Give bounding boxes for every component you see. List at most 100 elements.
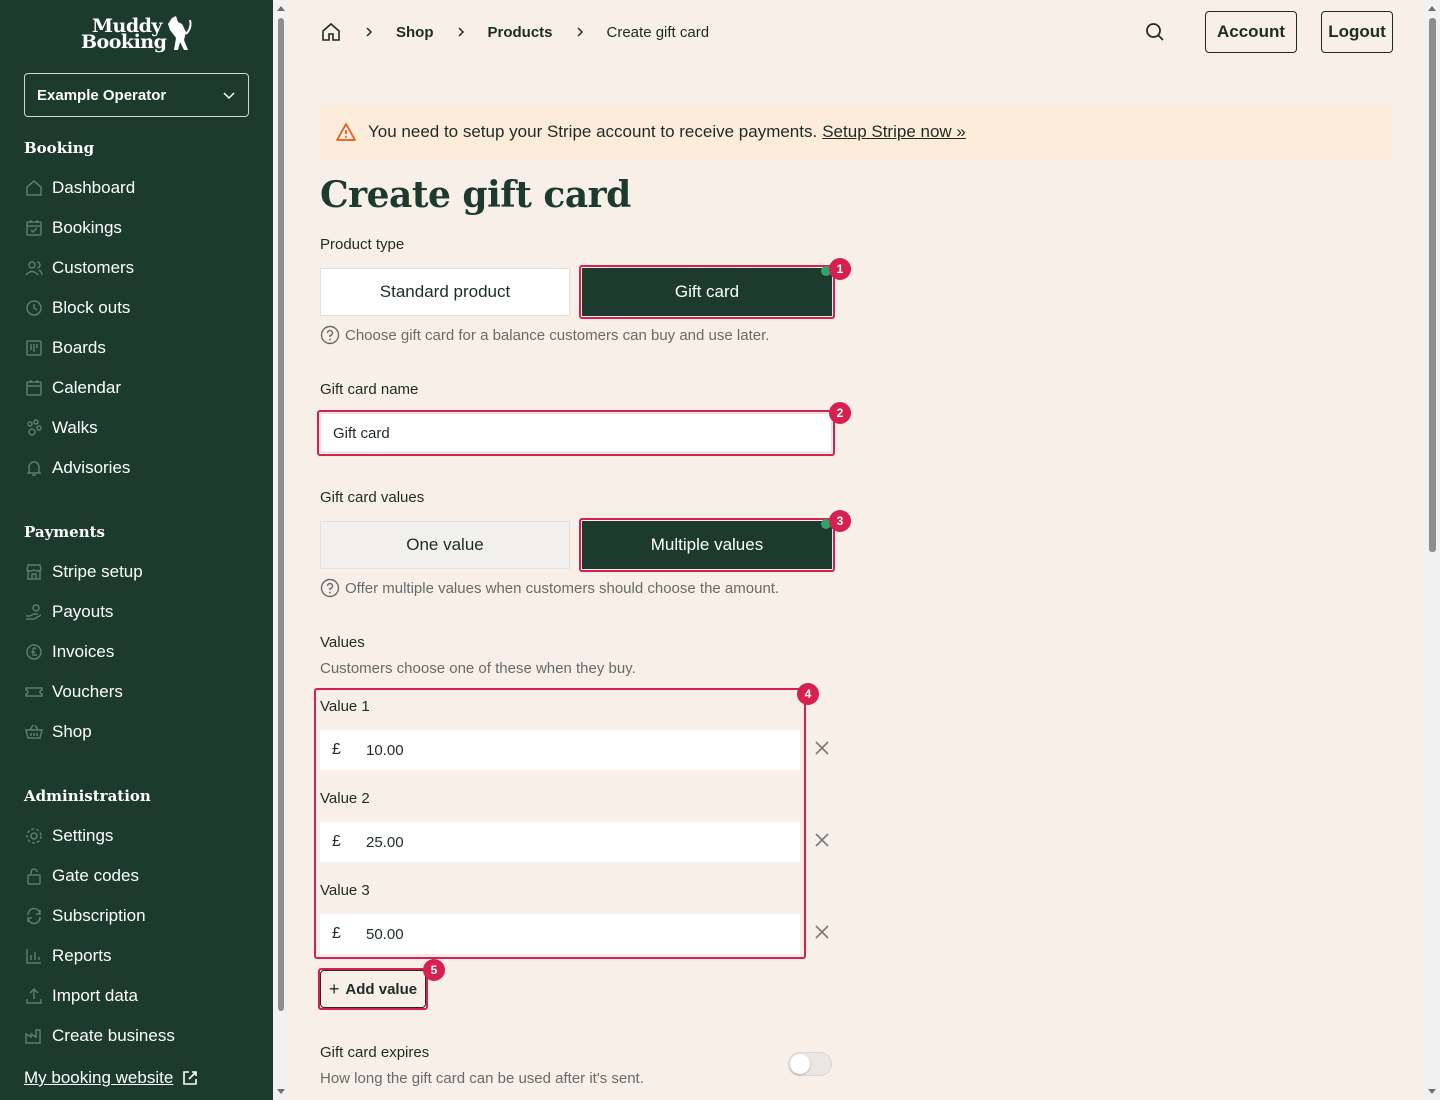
- sidebar-item-label: Create business: [52, 1026, 175, 1045]
- expires-help: How long the gift card can be used after…: [320, 1070, 644, 1087]
- sidebar-item-block-outs[interactable]: Block outs: [24, 294, 254, 322]
- operator-label: Example Operator: [37, 86, 167, 104]
- sidebar-item-label: Dashboard: [52, 178, 136, 197]
- sidebar-item-label: Import data: [52, 986, 138, 1005]
- sidebar-item-create-business[interactable]: Create business: [24, 1022, 254, 1050]
- sidebar-item-calendar[interactable]: Calendar: [24, 374, 254, 402]
- upload-icon: [26, 987, 42, 1004]
- external-link-icon: [183, 1071, 198, 1085]
- page-scrollbar[interactable]: [1425, 0, 1440, 1100]
- remove-value-2-icon[interactable]: [814, 832, 830, 848]
- page-scroll-thumb[interactable]: [1429, 18, 1436, 552]
- sidebar-item-label: Shop: [52, 722, 92, 741]
- logo[interactable]: Muddy Booking: [80, 14, 196, 54]
- chevron-right-icon: [575, 26, 585, 38]
- paw-icon: [27, 419, 42, 436]
- sidebar-item-label: Subscription: [52, 906, 146, 925]
- product-type-help: Choose gift card for a balance customers…: [320, 325, 769, 345]
- sidebar-item-reports[interactable]: Reports: [24, 942, 254, 970]
- annotation-badge-5: 5: [423, 959, 445, 981]
- sidebar-item-label: Customers: [52, 258, 135, 277]
- stripe-alert: You need to setup your Stripe account to…: [320, 105, 1392, 159]
- annotation-badge-2: 2: [829, 402, 851, 424]
- scroll-down-arrow[interactable]: [1428, 1089, 1436, 1094]
- sidebar-item-walks[interactable]: Walks: [24, 414, 254, 442]
- sidebar-item-invoices[interactable]: Invoices: [24, 638, 254, 666]
- sidebar-item-import-data[interactable]: Import data: [24, 982, 254, 1010]
- scroll-up-arrow[interactable]: [1428, 6, 1436, 11]
- home-icon: [26, 180, 42, 196]
- help-circle-icon: [320, 325, 340, 345]
- nav-heading-payments: Payments: [24, 523, 106, 541]
- sidebar-item-vouchers[interactable]: Vouchers: [24, 678, 254, 706]
- annotation-badge-3: 3: [829, 510, 851, 532]
- chevron-right-icon: [456, 26, 466, 38]
- breadcrumb-current: Create gift card: [606, 23, 710, 41]
- alert-message: You need to setup your Stripe account to…: [368, 122, 818, 141]
- sidebar-item-label: Gate codes: [52, 866, 139, 885]
- sidebar-item-label: Bookings: [52, 218, 122, 237]
- breadcrumb-products[interactable]: Products: [488, 24, 553, 41]
- sidebar-item-label: Boards: [52, 338, 106, 357]
- sidebar-item-shop[interactable]: Shop: [24, 718, 254, 746]
- sidebar-item-stripe-setup[interactable]: Stripe setup: [24, 558, 254, 586]
- values-mode-help-text: Offer multiple values when customers sho…: [345, 579, 780, 597]
- sidebar-scrollbar[interactable]: [274, 0, 288, 1100]
- sidebar-item-payouts[interactable]: Payouts: [24, 598, 254, 626]
- booking-website-label: My booking website: [24, 1068, 174, 1087]
- nav-heading-administration: Administration: [24, 787, 151, 805]
- scroll-up-arrow[interactable]: [277, 6, 285, 11]
- product-type-help-text: Choose gift card for a balance customers…: [345, 326, 770, 344]
- remove-value-1-icon[interactable]: [814, 740, 830, 756]
- sidebar-item-boards[interactable]: Boards: [24, 334, 254, 362]
- one-value-option[interactable]: One value: [320, 521, 570, 569]
- chevron-right-icon: [364, 26, 374, 38]
- highlight-box-2: [317, 410, 835, 456]
- account-button[interactable]: Account: [1205, 11, 1297, 53]
- toggle-knob: [790, 1054, 810, 1074]
- page-title: Create gift card: [320, 174, 631, 216]
- sidebar-item-dashboard[interactable]: Dashboard: [24, 174, 254, 202]
- sidebar-item-label: Vouchers: [52, 682, 123, 701]
- logout-button[interactable]: Logout: [1321, 11, 1393, 53]
- sidebar-item-customers[interactable]: Customers: [24, 254, 254, 282]
- lock-icon: [27, 868, 41, 885]
- sidebar-item-label: Payouts: [52, 602, 114, 621]
- sidebar-scroll-thumb[interactable]: [278, 18, 284, 1011]
- scroll-down-arrow[interactable]: [277, 1089, 285, 1094]
- booking-website-link[interactable]: My booking website: [24, 1068, 199, 1088]
- calendar-icon: [26, 380, 42, 396]
- highlight-box-3: [579, 518, 835, 572]
- values-help: Customers choose one of these when they …: [320, 660, 636, 677]
- expires-toggle[interactable]: [788, 1052, 832, 1076]
- sidebar-item-advisories[interactable]: Advisories: [24, 454, 254, 482]
- operator-select[interactable]: Example Operator: [24, 73, 249, 117]
- sidebar-item-label: Invoices: [52, 642, 115, 661]
- search-icon: [1146, 23, 1164, 41]
- sidebar-item-subscription[interactable]: Subscription: [24, 902, 254, 930]
- highlight-box-5: [318, 968, 428, 1010]
- highlight-box-1: [579, 265, 835, 319]
- users-icon: [25, 261, 43, 276]
- breadcrumb-shop[interactable]: Shop: [396, 24, 434, 41]
- gear-icon: [26, 828, 42, 844]
- sidebar-item-settings[interactable]: Settings: [24, 822, 254, 850]
- sidebar-item-label: Stripe setup: [52, 562, 143, 581]
- dog-logo-icon: [168, 16, 192, 50]
- values-mode-help: Offer multiple values when customers sho…: [320, 578, 779, 598]
- basket-icon: [25, 724, 43, 739]
- highlight-box-4: [314, 688, 806, 959]
- search-button[interactable]: [1143, 20, 1167, 44]
- store-icon: [26, 564, 42, 580]
- product-type-label: Product type: [320, 236, 405, 253]
- setup-stripe-link[interactable]: Setup Stripe now »: [822, 122, 966, 142]
- standard-product-option[interactable]: Standard product: [320, 268, 570, 316]
- home-icon[interactable]: [320, 21, 342, 43]
- calendar-check-icon: [26, 220, 42, 236]
- sidebar-item-gate-codes[interactable]: Gate codes: [24, 862, 254, 890]
- ticket-icon: [25, 687, 43, 697]
- gift-card-values-label: Gift card values: [320, 489, 425, 506]
- chevron-down-icon: [223, 92, 235, 100]
- remove-value-3-icon[interactable]: [814, 924, 830, 940]
- sidebar-item-bookings[interactable]: Bookings: [24, 214, 254, 242]
